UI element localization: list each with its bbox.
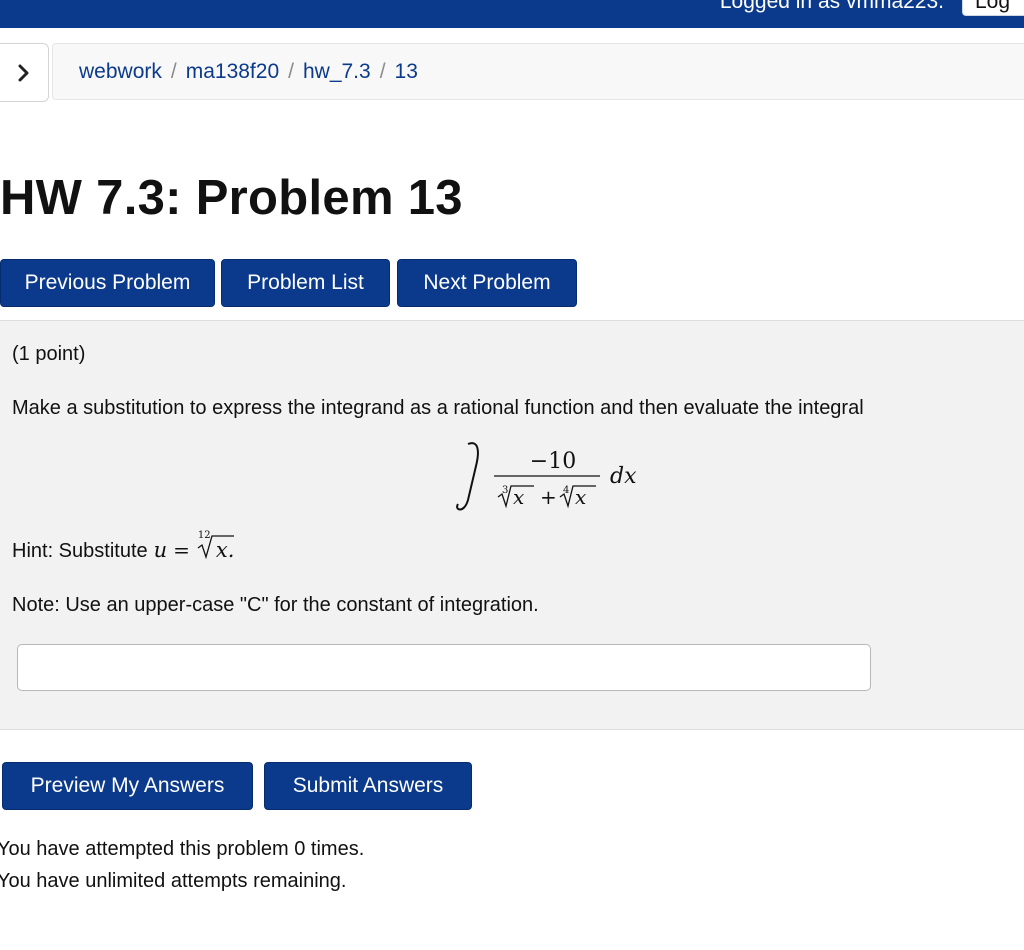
breadcrumb-problem[interactable]: 13 <box>395 60 418 84</box>
fourth-root-radicand: x <box>575 485 586 509</box>
breadcrumb-separator: / <box>288 59 294 83</box>
breadcrumb-separator: / <box>170 59 177 83</box>
attempts-text: You have attempted this problem 0 times. <box>0 838 365 860</box>
cube-root-radicand: x <box>513 485 524 509</box>
hint-equals: = <box>173 538 190 562</box>
integral-formula: −10 3 x + 4 x dx <box>456 442 637 511</box>
radical-sign <box>197 535 234 560</box>
answer-input[interactable] <box>17 644 871 691</box>
plus-sign: + <box>540 485 557 509</box>
chevron-right-icon <box>18 64 29 81</box>
remaining-attempts-text: You have unlimited attempts remaining. <box>0 870 347 892</box>
integral-numerator: −10 <box>530 449 576 474</box>
logout-button[interactable]: Log out <box>962 0 1024 16</box>
problem-points: (1 point) <box>12 343 86 365</box>
integral-sign <box>456 442 479 511</box>
previous-problem-button[interactable]: Previous Problem <box>0 259 215 307</box>
preview-answers-button[interactable]: Preview My Answers <box>2 762 253 810</box>
breadcrumb-course[interactable]: ma138f20 <box>186 60 279 84</box>
top-banner: Logged in as vmma223. Log out <box>0 0 1024 28</box>
page-title: HW 7.3: Problem 13 <box>0 171 463 225</box>
next-problem-button[interactable]: Next Problem <box>397 259 577 307</box>
breadcrumb-webwork[interactable]: webwork <box>79 60 162 84</box>
breadcrumb-separator: / <box>379 59 386 83</box>
login-status: Logged in as vmma223. <box>719 0 944 13</box>
hint-variable: u <box>153 538 168 562</box>
integral-differential: dx <box>610 464 637 489</box>
problem-list-button[interactable]: Problem List <box>221 259 390 307</box>
cube-root-index: 3 <box>502 485 508 496</box>
breadcrumb-set[interactable]: hw_7.3 <box>303 60 371 84</box>
hint-prefix: Hint: Substitute <box>12 540 148 562</box>
problem-statement: Make a substitution to express the integ… <box>12 397 864 419</box>
problem-note: Note: Use an upper-case "C" for the cons… <box>12 594 539 616</box>
sidebar-toggle-button[interactable] <box>0 43 49 102</box>
problem-body: (1 point) Make a substitution to express… <box>0 320 1024 730</box>
submit-answers-button[interactable]: Submit Answers <box>264 762 472 810</box>
hint-root: 12 x. <box>196 530 234 563</box>
breadcrumb: webwork / ma138f20 / hw_7.3 / 13 <box>52 43 1024 100</box>
hint-line: Hint: Substitute u = 12 x. <box>12 530 234 563</box>
